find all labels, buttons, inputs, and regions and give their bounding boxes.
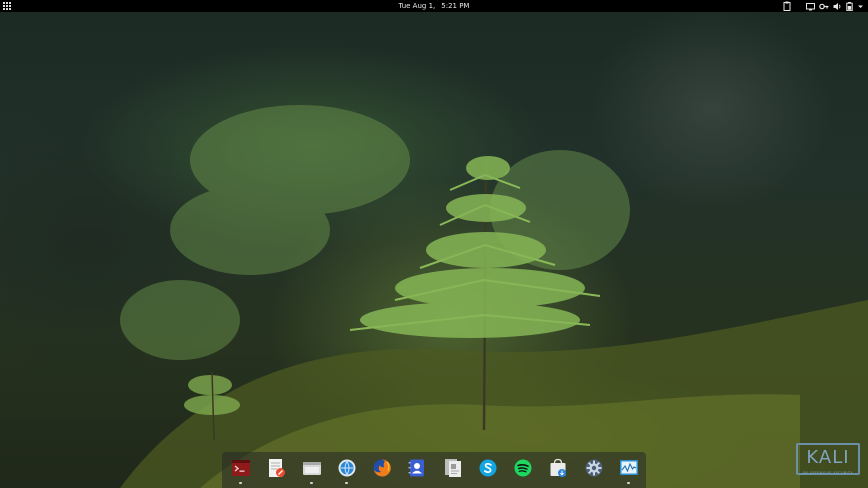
dock-app-document-viewer[interactable] xyxy=(442,458,464,486)
kali-logo-word: KALI xyxy=(806,447,850,468)
kali-logo-tagline: BY OFFENSIVE SECURITY xyxy=(803,471,853,475)
spotify-icon xyxy=(514,459,532,477)
clock-date: Tue Aug 1, xyxy=(398,2,436,10)
fir-sapling-wallpaper-art xyxy=(120,105,868,488)
folder-icon xyxy=(302,462,321,475)
dock-app-firefox[interactable] xyxy=(371,458,393,486)
terminal-icon xyxy=(232,460,250,476)
system-tray[interactable] xyxy=(806,1,864,11)
running-indicator xyxy=(239,482,242,484)
monitor-chart-icon xyxy=(619,460,638,475)
dock-app-spotify[interactable] xyxy=(512,458,534,486)
gear-icon xyxy=(585,459,603,477)
kali-logo-watermark: KALI BY OFFENSIVE SECURITY xyxy=(796,443,860,481)
dock-app-text-editor[interactable] xyxy=(265,458,287,486)
running-indicator xyxy=(626,482,630,484)
dock-app-web-browser[interactable] xyxy=(336,458,358,486)
notepad-icon xyxy=(269,459,286,477)
dock-app-settings[interactable] xyxy=(583,458,605,486)
battery-icon[interactable] xyxy=(846,1,853,11)
screen-icon[interactable] xyxy=(806,2,815,11)
volume-icon[interactable] xyxy=(833,2,842,11)
dock-app-file-manager[interactable] xyxy=(301,458,323,486)
top-panel: Tue Aug 1, 5:21 PM xyxy=(0,0,868,12)
running-indicator xyxy=(344,482,348,484)
desktop-wallpaper xyxy=(0,0,868,488)
dock-app-skype[interactable] xyxy=(477,458,499,486)
contacts-icon xyxy=(408,459,425,477)
power-menu-chevron-icon[interactable] xyxy=(857,2,864,11)
document-icon xyxy=(444,459,461,477)
dock-app-terminal[interactable] xyxy=(230,458,252,486)
skype-icon xyxy=(479,459,497,477)
firefox-icon xyxy=(373,459,391,477)
key-icon[interactable] xyxy=(819,2,829,11)
dock-app-software-center[interactable] xyxy=(547,458,569,486)
running-indicator xyxy=(309,482,313,484)
clock-time: 5:21 PM xyxy=(441,2,470,10)
globe-icon xyxy=(338,459,356,477)
dock-app-system-monitor[interactable] xyxy=(618,458,640,486)
clock-datetime[interactable]: Tue Aug 1, 5:21 PM xyxy=(0,0,868,12)
dash-dock xyxy=(222,452,646,488)
clipboard-icon[interactable] xyxy=(783,1,791,11)
dock-app-contacts[interactable] xyxy=(406,458,428,486)
bag-icon xyxy=(550,458,567,477)
